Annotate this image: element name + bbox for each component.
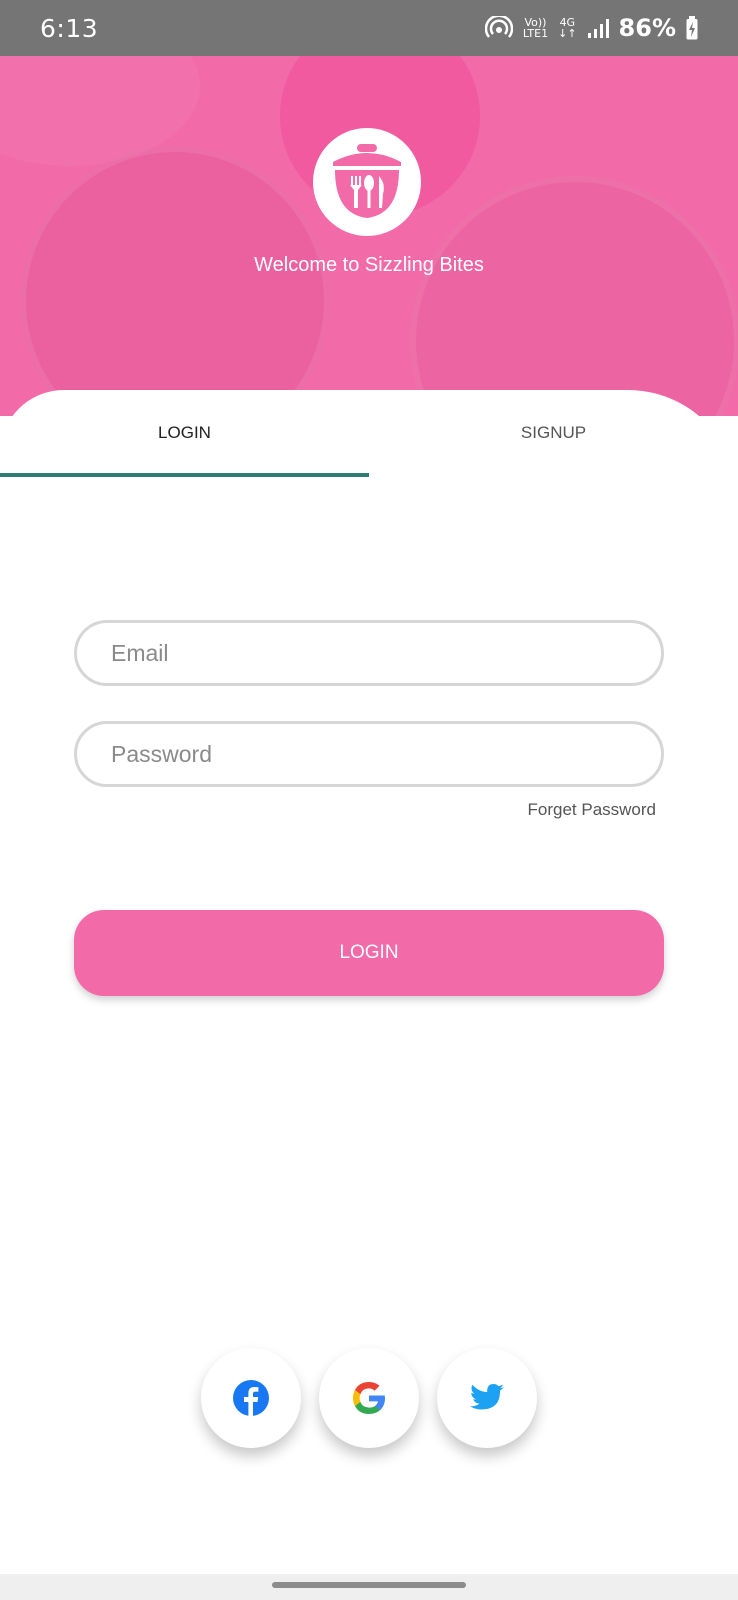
lte-label: LTE1 [522, 27, 549, 40]
network-indicator: 4G ↓↑ [558, 17, 576, 39]
facebook-icon [233, 1380, 269, 1416]
auth-card: LOGIN SIGNUP Forget Password LOGIN [0, 390, 738, 1600]
hero-decor-bowl-right [410, 176, 738, 416]
battery-percent: 86% [618, 14, 676, 42]
status-bar: 6:13 Vo)) LTE1 4G ↓↑ 86% [0, 0, 738, 56]
tab-login[interactable]: LOGIN [0, 390, 369, 476]
twitter-icon [470, 1384, 504, 1410]
password-field[interactable] [111, 740, 661, 768]
tab-signup[interactable]: SIGNUP [369, 390, 738, 476]
auth-tabs: LOGIN SIGNUP [0, 390, 738, 476]
battery-charging-icon [686, 16, 698, 40]
signal-icon [587, 19, 609, 38]
status-icons: Vo)) LTE1 4G ↓↑ 86% [484, 14, 698, 42]
hero-banner: Welcome to Sizzling Bites [0, 56, 738, 416]
twitter-login-button[interactable] [437, 1348, 537, 1448]
email-field-wrapper [74, 620, 664, 686]
app-logo [313, 128, 421, 236]
google-login-button[interactable] [319, 1348, 419, 1448]
cloche-cutlery-icon [333, 144, 401, 218]
hotspot-icon [484, 16, 513, 38]
status-time: 6:13 [40, 13, 99, 43]
password-field-wrapper [74, 721, 664, 787]
welcome-text: Welcome to Sizzling Bites [254, 254, 484, 276]
tab-indicator [0, 473, 369, 477]
login-button[interactable]: LOGIN [74, 910, 664, 996]
home-gesture-handle[interactable] [272, 1582, 466, 1588]
volte-indicator: Vo)) LTE1 [523, 17, 548, 39]
data-arrows-icon: ↓↑ [558, 27, 577, 40]
email-field[interactable] [111, 639, 661, 667]
forgot-password-link[interactable]: Forget Password [500, 800, 657, 820]
facebook-login-button[interactable] [201, 1348, 301, 1448]
google-icon [353, 1382, 385, 1414]
hero-decor-bowl-left [20, 146, 330, 416]
